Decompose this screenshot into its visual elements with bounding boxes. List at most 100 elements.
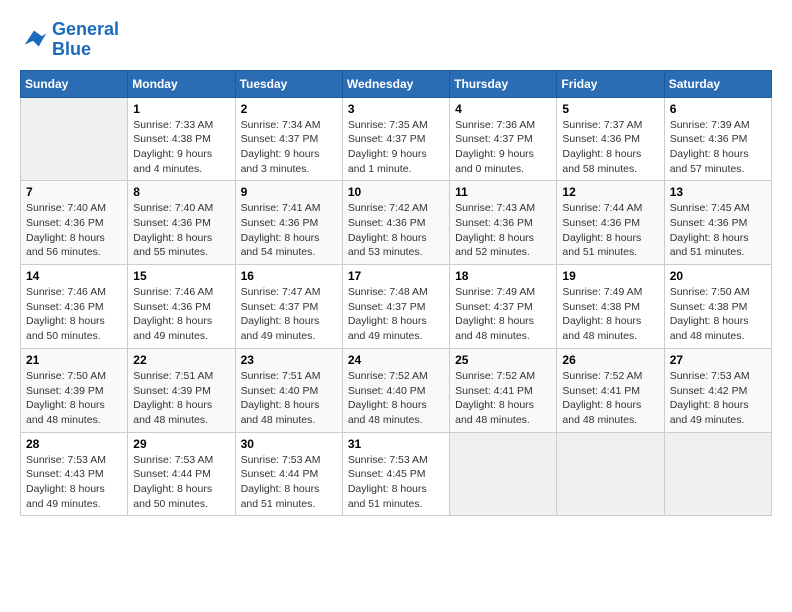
day-number: 19 [562,269,658,283]
day-info: Sunrise: 7:52 AM Sunset: 4:40 PM Dayligh… [348,369,444,428]
day-number: 6 [670,102,766,116]
day-number: 4 [455,102,551,116]
day-number: 10 [348,185,444,199]
calendar-cell: 25 Sunrise: 7:52 AM Sunset: 4:41 PM Dayli… [450,348,557,432]
calendar-cell: 4Sunrise: 7:36 AM Sunset: 4:37 PM Daylig… [450,97,557,181]
logo: GeneralBlue [20,20,119,60]
day-header-wednesday: Wednesday [342,70,449,97]
calendar-cell: 10Sunrise: 7:42 AM Sunset: 4:36 PM Dayli… [342,181,449,265]
calendar-cell: 28 Sunrise: 7:53 AM Sunset: 4:43 PM Dayli… [21,432,128,516]
day-number: 9 [241,185,337,199]
calendar-table: SundayMondayTuesdayWednesdayThursdayFrid… [20,70,772,517]
day-info: Sunrise: 7:53 AM Sunset: 4:44 PM Dayligh… [133,453,229,512]
calendar-cell: 7 Sunrise: 7:40 AM Sunset: 4:36 PM Daylig… [21,181,128,265]
day-number: 13 [670,185,766,199]
calendar-cell: 9 Sunrise: 7:41 AM Sunset: 4:36 PM Daylig… [235,181,342,265]
day-info: Sunrise: 7:46 AM Sunset: 4:36 PM Dayligh… [26,285,122,344]
calendar-week-row: 21Sunrise: 7:50 AM Sunset: 4:39 PM Dayli… [21,348,772,432]
calendar-cell: 11 Sunrise: 7:43 AM Sunset: 4:36 PM Dayli… [450,181,557,265]
calendar-cell [450,432,557,516]
day-info: Sunrise: 7:49 AM Sunset: 4:37 PM Dayligh… [455,285,551,344]
day-number: 15 [133,269,229,283]
calendar-cell: 1Sunrise: 7:33 AM Sunset: 4:38 PM Daylig… [128,97,235,181]
day-number: 16 [241,269,337,283]
day-number: 11 [455,185,551,199]
day-number: 27 [670,353,766,367]
day-header-sunday: Sunday [21,70,128,97]
calendar-cell: 12 Sunrise: 7:44 AM Sunset: 4:36 PM Dayli… [557,181,664,265]
day-number: 24 [348,353,444,367]
day-info: Sunrise: 7:53 AM Sunset: 4:42 PM Dayligh… [670,369,766,428]
day-info: Sunrise: 7:52 AM Sunset: 4:41 PM Dayligh… [455,369,551,428]
day-info: Sunrise: 7:47 AM Sunset: 4:37 PM Dayligh… [241,285,337,344]
day-info: Sunrise: 7:37 AM Sunset: 4:36 PM Dayligh… [562,118,658,177]
calendar-cell: 17 Sunrise: 7:48 AM Sunset: 4:37 PM Dayli… [342,265,449,349]
logo-text: GeneralBlue [52,20,119,60]
calendar-cell: 19 Sunrise: 7:49 AM Sunset: 4:38 PM Dayli… [557,265,664,349]
day-info: Sunrise: 7:44 AM Sunset: 4:36 PM Dayligh… [562,201,658,260]
calendar-week-row: 14 Sunrise: 7:46 AM Sunset: 4:36 PM Dayli… [21,265,772,349]
calendar-cell: 3Sunrise: 7:35 AM Sunset: 4:37 PM Daylig… [342,97,449,181]
calendar-cell: 27 Sunrise: 7:53 AM Sunset: 4:42 PM Dayli… [664,348,771,432]
day-info: Sunrise: 7:51 AM Sunset: 4:39 PM Dayligh… [133,369,229,428]
calendar-cell: 26Sunrise: 7:52 AM Sunset: 4:41 PM Dayli… [557,348,664,432]
day-info: Sunrise: 7:43 AM Sunset: 4:36 PM Dayligh… [455,201,551,260]
day-info: Sunrise: 7:33 AM Sunset: 4:38 PM Dayligh… [133,118,229,177]
day-info: Sunrise: 7:53 AM Sunset: 4:44 PM Dayligh… [241,453,337,512]
day-info: Sunrise: 7:46 AM Sunset: 4:36 PM Dayligh… [133,285,229,344]
day-info: Sunrise: 7:41 AM Sunset: 4:36 PM Dayligh… [241,201,337,260]
day-number: 2 [241,102,337,116]
calendar-cell: 2 Sunrise: 7:34 AM Sunset: 4:37 PM Daylig… [235,97,342,181]
calendar-week-row: 7 Sunrise: 7:40 AM Sunset: 4:36 PM Daylig… [21,181,772,265]
day-number: 7 [26,185,122,199]
day-number: 5 [562,102,658,116]
calendar-cell: 8 Sunrise: 7:40 AM Sunset: 4:36 PM Daylig… [128,181,235,265]
calendar-cell: 5 Sunrise: 7:37 AM Sunset: 4:36 PM Daylig… [557,97,664,181]
day-number: 8 [133,185,229,199]
calendar-cell: 20 Sunrise: 7:50 AM Sunset: 4:38 PM Dayli… [664,265,771,349]
day-info: Sunrise: 7:51 AM Sunset: 4:40 PM Dayligh… [241,369,337,428]
day-info: Sunrise: 7:52 AM Sunset: 4:41 PM Dayligh… [562,369,658,428]
calendar-cell: 6 Sunrise: 7:39 AM Sunset: 4:36 PM Daylig… [664,97,771,181]
logo-icon [20,26,48,54]
day-header-tuesday: Tuesday [235,70,342,97]
calendar-week-row: 28 Sunrise: 7:53 AM Sunset: 4:43 PM Dayli… [21,432,772,516]
calendar-cell: 23Sunrise: 7:51 AM Sunset: 4:40 PM Dayli… [235,348,342,432]
day-number: 21 [26,353,122,367]
day-header-monday: Monday [128,70,235,97]
calendar-cell: 15 Sunrise: 7:46 AM Sunset: 4:36 PM Dayli… [128,265,235,349]
day-info: Sunrise: 7:34 AM Sunset: 4:37 PM Dayligh… [241,118,337,177]
day-number: 14 [26,269,122,283]
day-info: Sunrise: 7:49 AM Sunset: 4:38 PM Dayligh… [562,285,658,344]
day-info: Sunrise: 7:40 AM Sunset: 4:36 PM Dayligh… [133,201,229,260]
calendar-cell: 18 Sunrise: 7:49 AM Sunset: 4:37 PM Dayli… [450,265,557,349]
day-number: 28 [26,437,122,451]
day-header-thursday: Thursday [450,70,557,97]
calendar-cell: 13 Sunrise: 7:45 AM Sunset: 4:36 PM Dayli… [664,181,771,265]
day-info: Sunrise: 7:35 AM Sunset: 4:37 PM Dayligh… [348,118,444,177]
calendar-cell: 30Sunrise: 7:53 AM Sunset: 4:44 PM Dayli… [235,432,342,516]
calendar-cell [557,432,664,516]
calendar-cell: 14 Sunrise: 7:46 AM Sunset: 4:36 PM Dayli… [21,265,128,349]
day-number: 12 [562,185,658,199]
calendar-cell: 31Sunrise: 7:53 AM Sunset: 4:45 PM Dayli… [342,432,449,516]
calendar-cell [664,432,771,516]
day-header-friday: Friday [557,70,664,97]
calendar-cell: 21Sunrise: 7:50 AM Sunset: 4:39 PM Dayli… [21,348,128,432]
calendar-cell: 22 Sunrise: 7:51 AM Sunset: 4:39 PM Dayli… [128,348,235,432]
day-number: 20 [670,269,766,283]
day-info: Sunrise: 7:45 AM Sunset: 4:36 PM Dayligh… [670,201,766,260]
day-number: 17 [348,269,444,283]
day-number: 18 [455,269,551,283]
day-info: Sunrise: 7:39 AM Sunset: 4:36 PM Dayligh… [670,118,766,177]
day-info: Sunrise: 7:50 AM Sunset: 4:38 PM Dayligh… [670,285,766,344]
page-header: GeneralBlue [20,20,772,60]
calendar-cell: 16 Sunrise: 7:47 AM Sunset: 4:37 PM Dayli… [235,265,342,349]
day-info: Sunrise: 7:40 AM Sunset: 4:36 PM Dayligh… [26,201,122,260]
calendar-week-row: 1Sunrise: 7:33 AM Sunset: 4:38 PM Daylig… [21,97,772,181]
day-info: Sunrise: 7:53 AM Sunset: 4:45 PM Dayligh… [348,453,444,512]
day-number: 22 [133,353,229,367]
day-info: Sunrise: 7:48 AM Sunset: 4:37 PM Dayligh… [348,285,444,344]
day-info: Sunrise: 7:53 AM Sunset: 4:43 PM Dayligh… [26,453,122,512]
day-number: 25 [455,353,551,367]
